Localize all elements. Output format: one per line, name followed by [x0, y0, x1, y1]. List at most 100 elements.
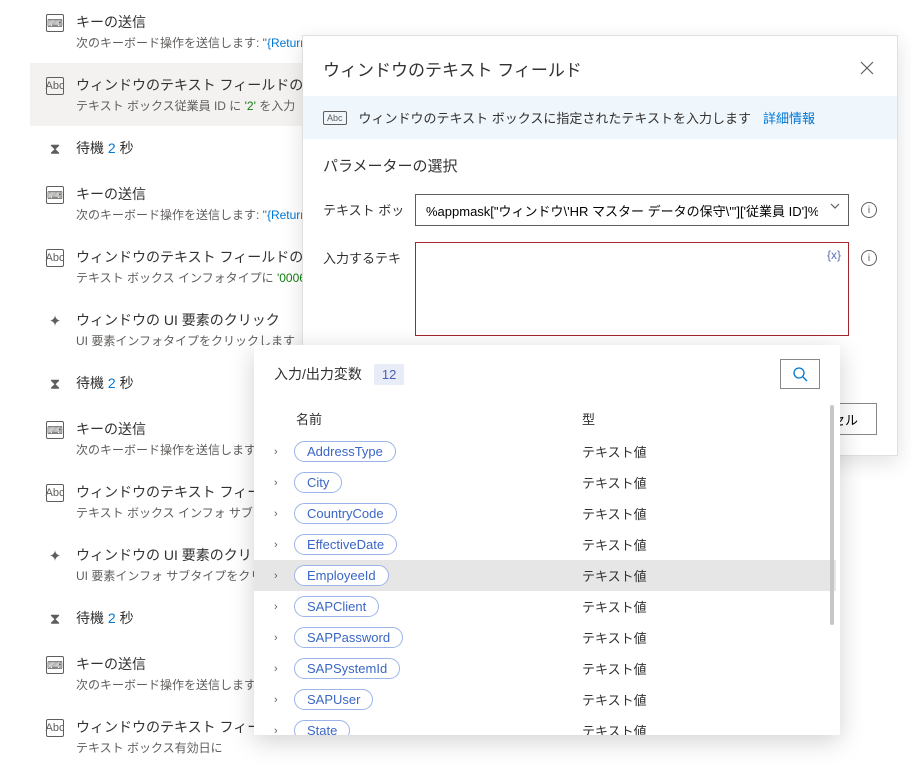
dialog-info-bar: Abc ウィンドウのテキスト ボックスに指定されたテキストを入力します 詳細情報 [303, 96, 897, 139]
variable-type: テキスト値 [582, 690, 816, 709]
variable-name-cell: SAPClient [294, 596, 582, 617]
action-item[interactable]: ⌨ キーの送信次のキーボード操作を送信します: "{Return [30, 172, 340, 235]
action-icon: Abc [46, 77, 64, 95]
variable-name-cell: EmployeeId [294, 565, 582, 586]
dropdown-icon[interactable] [829, 200, 841, 215]
variable-row[interactable]: ›EffectiveDate テキスト値 [254, 529, 836, 560]
variable-type: テキスト値 [582, 535, 816, 554]
variable-name-cell: EffectiveDate [294, 534, 582, 555]
action-item[interactable]: ⧗ 待機 2 秒 [30, 126, 340, 172]
variable-pill: EmployeeId [294, 565, 389, 586]
action-description: 次のキーボード操作を送信します: "{Return [76, 34, 330, 51]
action-icon: ⧗ [46, 140, 64, 158]
variable-row[interactable]: ›SAPUser テキスト値 [254, 684, 836, 715]
variable-pill: SAPPassword [294, 627, 403, 648]
chevron-right-icon: › [274, 601, 294, 613]
action-description: 次のキーボード操作を送信します: "{Return [76, 206, 330, 223]
chevron-down-icon [829, 200, 841, 212]
variable-row[interactable]: ›State テキスト値 [254, 715, 836, 735]
chevron-right-icon: › [274, 508, 294, 520]
search-button[interactable] [780, 359, 820, 389]
variable-type: テキスト値 [582, 566, 816, 585]
popover-header: 入力/出力変数 12 [254, 345, 840, 403]
textbox-input[interactable] [415, 194, 849, 226]
variable-pill: City [294, 472, 342, 493]
variable-type: テキスト値 [582, 504, 816, 523]
chevron-right-icon: › [274, 725, 294, 736]
action-body: キーの送信次のキーボード操作を送信します: "{Return [76, 184, 330, 223]
action-title: キーの送信 [76, 184, 330, 204]
action-body: ウィンドウのテキスト フィールドの入テキスト ボックス従業員 ID に '2' … [76, 75, 330, 114]
variable-pill: CountryCode [294, 503, 397, 524]
action-description: テキスト ボックス有効日に [76, 739, 330, 756]
variable-pill: EffectiveDate [294, 534, 397, 555]
chevron-right-icon: › [274, 694, 294, 706]
info-text: ウィンドウのテキスト ボックスに指定されたテキストを入力します [359, 108, 751, 127]
action-item[interactable]: ⌨ キーの送信次のキーボード操作を送信します: "{Return [30, 0, 340, 63]
action-icon: Abc [46, 484, 64, 502]
details-link[interactable]: 詳細情報 [763, 108, 815, 127]
variable-row[interactable]: ›EmployeeId テキスト値 [254, 560, 836, 591]
action-title: 待機 2 秒 [76, 138, 330, 158]
action-icon: ⧗ [46, 610, 64, 628]
variable-row[interactable]: ›CountryCode テキスト値 [254, 498, 836, 529]
close-icon [860, 61, 874, 75]
action-icon: ⧗ [46, 375, 64, 393]
action-icon: ⌨ [46, 186, 64, 204]
col-header-name: 名前 [296, 409, 582, 428]
action-title: ウィンドウの UI 要素のクリック [76, 310, 330, 330]
action-icon: ⌨ [46, 656, 64, 674]
label-textbox: テキスト ボッ [323, 194, 403, 219]
form-row-text: 入力するテキ {x} i [303, 234, 897, 347]
action-icon: ✦ [46, 547, 64, 565]
variable-row[interactable]: ›AddressTypeテキスト値 [254, 436, 836, 467]
close-button[interactable] [853, 54, 881, 82]
scrollbar[interactable] [830, 405, 834, 625]
action-icon: Abc [46, 719, 64, 737]
dialog-header: ウィンドウのテキスト フィールド [303, 36, 897, 96]
info-icon[interactable]: i [861, 202, 877, 218]
variable-popover: 入力/出力変数 12 名前 型 ›AddressTypeテキスト値›Cityテキ… [254, 345, 840, 735]
action-item[interactable]: Abc ウィンドウのテキスト フィールドの入テキスト ボックス従業員 ID に '… [30, 63, 340, 126]
variable-type: テキスト値 [582, 628, 816, 647]
action-body: ウィンドウの UI 要素のクリックUI 要素インフォタイプをクリックします [76, 310, 330, 349]
action-icon: Abc [46, 249, 64, 267]
variable-pill: State [294, 720, 350, 735]
variable-row[interactable]: ›Cityテキスト値 [254, 467, 836, 498]
action-body: キーの送信次のキーボード操作を送信します: "{Return [76, 12, 330, 51]
variable-type: テキスト値 [582, 597, 816, 616]
chevron-right-icon: › [274, 570, 294, 582]
action-icon: ⌨ [46, 14, 64, 32]
chevron-right-icon: › [274, 446, 294, 458]
chevron-right-icon: › [274, 663, 294, 675]
variable-row[interactable]: ›SAPSystemId テキスト値 [254, 653, 836, 684]
chevron-right-icon: › [274, 632, 294, 644]
variable-type: テキスト値 [582, 473, 816, 492]
variable-type: テキスト値 [582, 659, 816, 678]
variable-type: テキスト値 [582, 721, 816, 735]
action-description: テキスト ボックス インフォタイプに '0006 [76, 269, 330, 286]
col-header-type: 型 [582, 409, 820, 428]
action-description: テキスト ボックス従業員 ID に '2' を入力 [76, 97, 330, 114]
variable-row[interactable]: ›SAPClientテキスト値 [254, 591, 836, 622]
text-input[interactable] [415, 242, 849, 336]
section-title: パラメーターの選択 [303, 139, 897, 186]
search-icon [792, 366, 808, 382]
variable-name-cell: CountryCode [294, 503, 582, 524]
variable-name-cell: SAPPassword [294, 627, 582, 648]
variable-row[interactable]: ›SAPPassword テキスト値 [254, 622, 836, 653]
info-icon[interactable]: i [861, 250, 877, 266]
variable-token-button[interactable]: {x} [827, 248, 841, 262]
chevron-right-icon: › [274, 539, 294, 551]
column-headers: 名前 型 [254, 403, 840, 436]
label-text: 入力するテキ [323, 242, 403, 267]
variable-pill: SAPSystemId [294, 658, 400, 679]
action-item[interactable]: Abc ウィンドウのテキスト フィールドの入テキスト ボックス インフォタイプに … [30, 235, 340, 298]
popover-heading: 入力/出力変数 [274, 364, 362, 384]
textbox-icon: Abc [323, 111, 347, 125]
action-body: ウィンドウのテキスト フィールドの入テキスト ボックス インフォタイプに '00… [76, 247, 330, 286]
variable-count-badge: 12 [374, 364, 404, 385]
action-title: ウィンドウのテキスト フィールドの入 [76, 247, 330, 267]
variable-type: テキスト値 [582, 442, 816, 461]
variable-pill: SAPUser [294, 689, 373, 710]
